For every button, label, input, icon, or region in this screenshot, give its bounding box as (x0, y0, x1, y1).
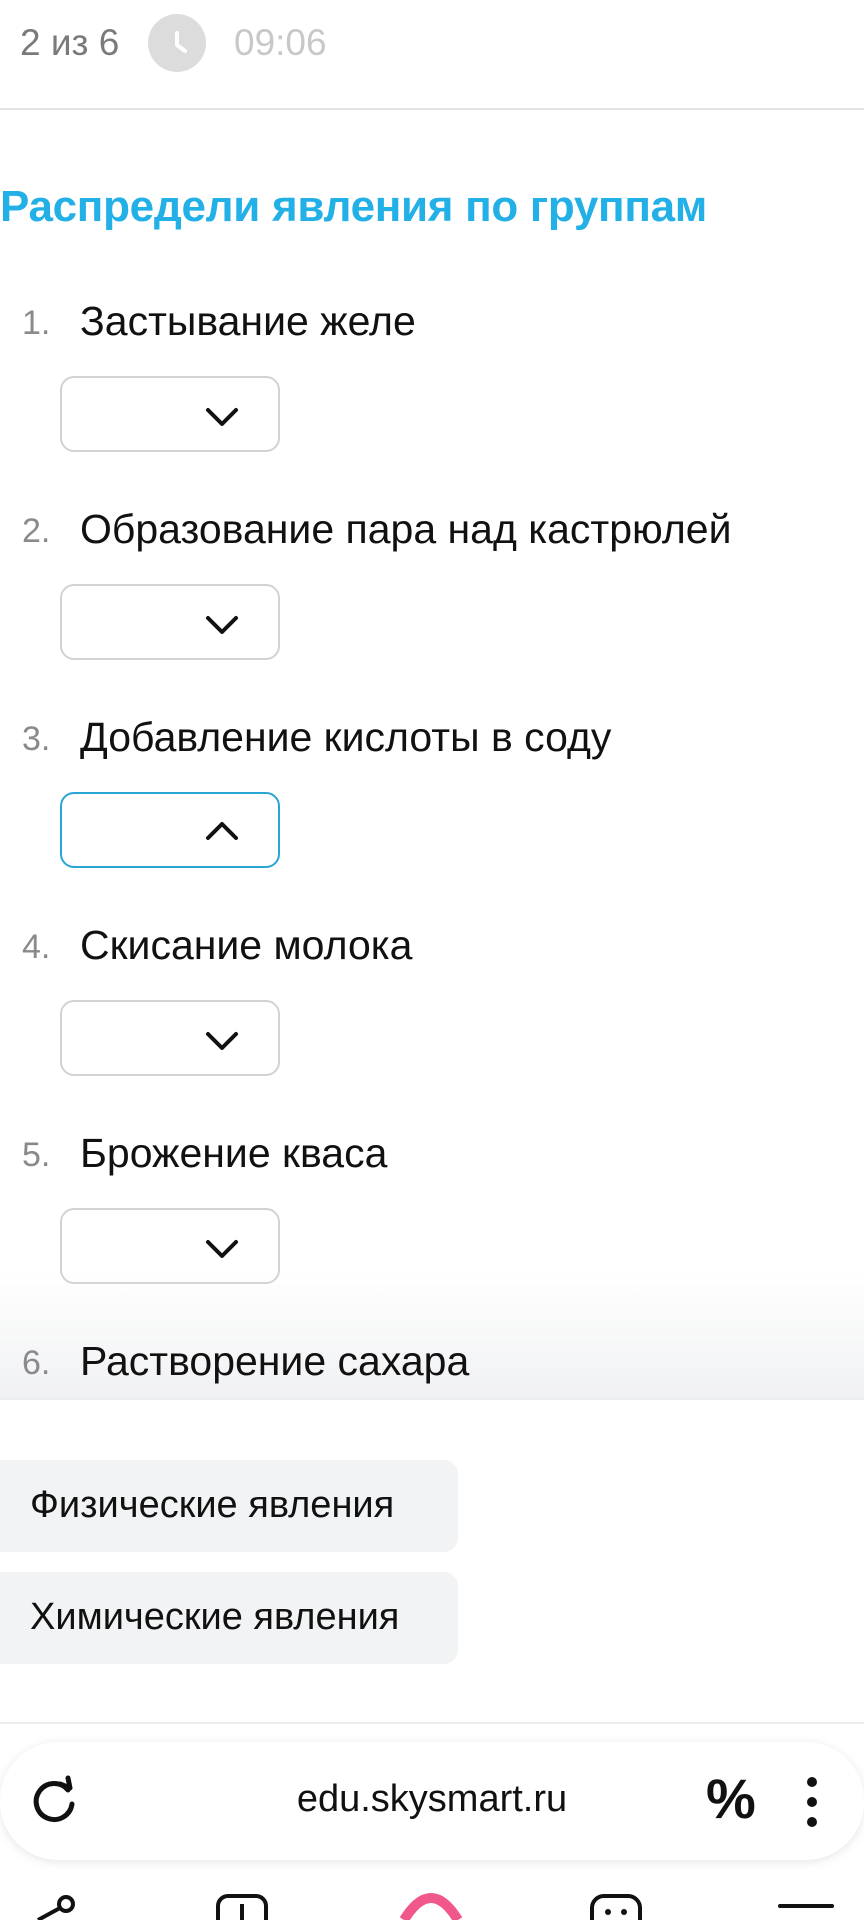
chevron-down-icon (206, 616, 238, 634)
percent-icon[interactable]: % (706, 1766, 756, 1831)
option-label: Физические явления (30, 1484, 395, 1526)
chat-icon[interactable] (588, 1890, 644, 1920)
answer-dropdown[interactable] (60, 1000, 280, 1076)
alice-assistant-icon[interactable] (396, 1890, 466, 1920)
menu-icon[interactable] (776, 1890, 836, 1920)
question-number: 3. (22, 720, 51, 758)
option-chemical[interactable]: Химические явления (0, 1572, 458, 1664)
chevron-down-icon (206, 408, 238, 426)
question-text: Добавление кислоты в соду (80, 714, 612, 760)
option-label: Химические явления (30, 1596, 400, 1638)
question-number: 1. (22, 304, 51, 342)
page: 2 из 6 09:06 Распредели явления по групп… (0, 0, 864, 1920)
more-vertical-icon[interactable] (800, 1774, 824, 1830)
chevron-up-icon (206, 822, 238, 840)
question-text: Брожение кваса (80, 1130, 388, 1176)
question-text: Скисание молока (80, 922, 413, 968)
divider (0, 1398, 864, 1400)
answer-dropdown[interactable] (60, 376, 280, 452)
timer-text: 09:06 (234, 22, 327, 63)
answer-dropdown[interactable] (60, 584, 280, 660)
share-icon[interactable] (30, 1890, 80, 1920)
bottom-navigation (0, 1880, 864, 1920)
question-number: 2. (22, 512, 51, 550)
chevron-down-icon (206, 1240, 238, 1258)
question-number: 5. (22, 1136, 51, 1174)
tabs-icon[interactable] (214, 1890, 270, 1920)
option-physical[interactable]: Физические явления (0, 1460, 458, 1552)
chevron-down-icon (206, 1032, 238, 1050)
answer-dropdown-open[interactable] (60, 792, 280, 868)
question-number: 4. (22, 928, 51, 966)
top-bar: 2 из 6 09:06 (0, 0, 864, 110)
divider (0, 1722, 864, 1724)
question-text: Образование пара над кастрюлей (80, 506, 732, 552)
progress-counter: 2 из 6 (20, 22, 120, 63)
question-text: Застывание желе (80, 298, 416, 344)
task-title: Распредели явления по группам (0, 182, 708, 231)
question-text: Растворение сахара (80, 1338, 470, 1384)
clock-icon (148, 14, 206, 72)
question-number: 6. (22, 1344, 51, 1382)
browser-address-bar: edu.skysmart.ru % (0, 1742, 864, 1860)
